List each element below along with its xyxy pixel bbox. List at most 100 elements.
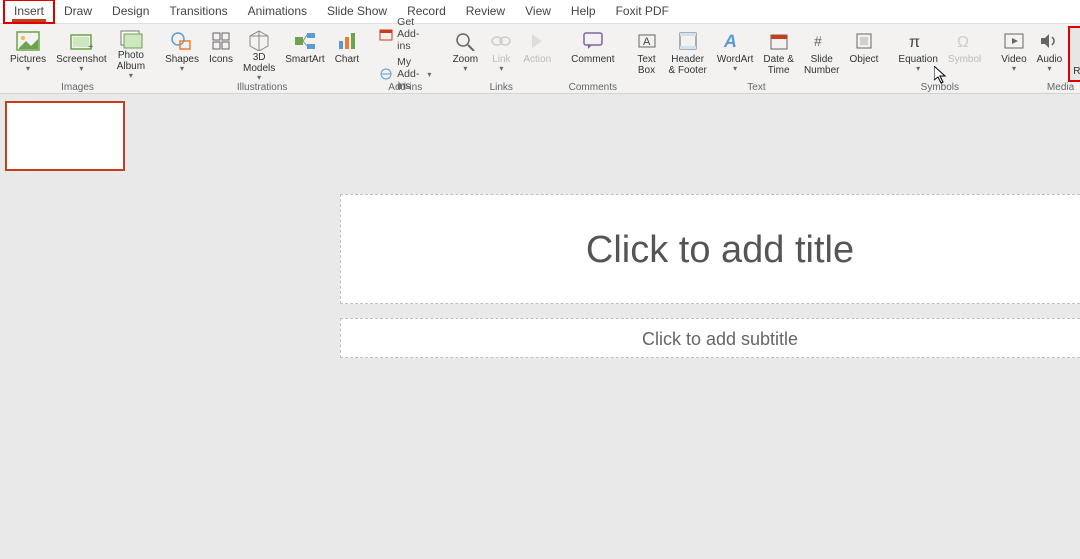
icons-button[interactable]: Icons: [205, 26, 237, 82]
action-label: Action: [523, 54, 551, 65]
chevron-down-icon: ▾: [129, 71, 133, 80]
chevron-down-icon: ▾: [499, 64, 503, 73]
datetime-label: Date & Time: [763, 54, 794, 76]
svg-text:A: A: [643, 36, 651, 48]
header-label: Header & Footer: [669, 54, 707, 76]
zoom-icon: [453, 29, 477, 53]
svg-text:π: π: [909, 34, 920, 51]
photo-album-icon: [119, 29, 143, 49]
datetime-button[interactable]: Date & Time: [759, 26, 798, 82]
header-footer-button[interactable]: Header & Footer: [665, 26, 711, 82]
tab-design[interactable]: Design: [102, 0, 159, 23]
svg-text:A: A: [724, 31, 739, 51]
symbol-label: Symbol: [948, 54, 981, 65]
wordart-icon: A: [723, 29, 747, 53]
symbol-button[interactable]: Ω Symbol: [944, 26, 985, 82]
slide-thumbnail[interactable]: [6, 102, 124, 170]
comment-icon: [581, 29, 605, 53]
workspace: Click to add title Click to add subtitle: [0, 94, 1080, 559]
icons-icon: [209, 29, 233, 53]
icons-label: Icons: [209, 54, 233, 65]
cube-icon: [247, 29, 271, 51]
video-button[interactable]: Video ▾: [997, 26, 1030, 82]
group-label: Text: [631, 82, 883, 93]
screenshot-button[interactable]: + Screenshot ▾: [52, 26, 111, 82]
object-icon: [852, 29, 876, 53]
get-addins-button[interactable]: Get Add-ins: [375, 14, 435, 54]
chevron-down-icon: ▾: [463, 64, 467, 73]
header-footer-icon: [676, 29, 700, 53]
chevron-down-icon: ▾: [1012, 64, 1016, 73]
comment-button[interactable]: Comment: [567, 26, 618, 82]
action-button[interactable]: Action: [519, 26, 555, 82]
zoom-button[interactable]: Zoom ▾: [447, 26, 483, 82]
group-label: Images: [6, 82, 149, 93]
link-icon: [489, 29, 513, 53]
slidenumber-button[interactable]: # Slide Number: [800, 26, 844, 82]
svg-text:Ω: Ω: [957, 34, 969, 51]
photo-album-button[interactable]: Photo Album ▾: [113, 26, 149, 82]
group-addins: Get Add-ins My Add-ins ▾ Add-ins: [369, 24, 441, 93]
tab-animations[interactable]: Animations: [238, 0, 317, 23]
group-label: Add-ins: [375, 82, 435, 93]
number-icon: #: [810, 29, 834, 53]
smartart-button[interactable]: SmartArt: [281, 26, 328, 82]
equation-button[interactable]: π Equation ▾: [894, 26, 941, 82]
screenshot-icon: +: [69, 29, 93, 53]
tab-insert[interactable]: Insert: [4, 0, 54, 23]
tab-draw[interactable]: Draw: [54, 0, 102, 23]
chevron-down-icon: ▾: [1047, 64, 1051, 73]
group-text: A Text Box Header & Footer A WordArt ▾ D…: [625, 24, 889, 93]
smartart-label: SmartArt: [285, 54, 324, 65]
symbol-icon: Ω: [953, 29, 977, 53]
3dmodels-button[interactable]: 3D Models ▾: [239, 26, 279, 82]
screen-recording-button[interactable]: + Screen Recording: [1068, 26, 1080, 82]
tab-help[interactable]: Help: [561, 0, 606, 23]
group-label: Symbols: [894, 82, 985, 93]
slidenum-label: Slide Number: [804, 54, 840, 76]
object-button[interactable]: Object: [846, 26, 883, 82]
slide-thumbnails[interactable]: [0, 94, 130, 559]
pictures-button[interactable]: Pictures ▾: [6, 26, 50, 82]
ribbon: Pictures ▾ + Screenshot ▾ Photo Album ▾ …: [0, 24, 1080, 94]
link-button[interactable]: Link ▾: [485, 26, 517, 82]
audio-icon: [1037, 29, 1061, 53]
tab-foxit[interactable]: Foxit PDF: [606, 0, 679, 23]
shapes-button[interactable]: Shapes ▾: [161, 26, 203, 82]
object-label: Object: [850, 54, 879, 65]
video-icon: [1002, 29, 1026, 53]
chevron-down-icon: ▾: [26, 64, 30, 73]
group-illustrations: Shapes ▾ Icons 3D Models ▾ SmartArt Char…: [155, 24, 369, 93]
slide-canvas[interactable]: Click to add title Click to add subtitle: [130, 94, 1080, 559]
chevron-down-icon: ▾: [180, 64, 184, 73]
picture-icon: [16, 29, 40, 53]
models-label: 3D Models: [243, 52, 275, 74]
tab-view[interactable]: View: [515, 0, 561, 23]
svg-text:#: #: [814, 33, 822, 49]
group-images: Pictures ▾ + Screenshot ▾ Photo Album ▾ …: [0, 24, 155, 93]
title-placeholder[interactable]: Click to add title: [340, 194, 1080, 304]
chevron-down-icon: ▾: [733, 64, 737, 73]
album-label: Photo Album: [117, 50, 145, 72]
chart-button[interactable]: Chart: [331, 26, 363, 82]
group-media: Video ▾ Audio ▾ + Screen Recording Media: [991, 24, 1080, 93]
chevron-down-icon: ▾: [916, 64, 920, 73]
textbox-button[interactable]: A Text Box: [631, 26, 663, 82]
get-addins-label: Get Add-ins: [397, 16, 431, 52]
group-comments: Comment Comments: [561, 24, 624, 93]
tab-transitions[interactable]: Transitions: [159, 0, 237, 23]
tab-review[interactable]: Review: [456, 0, 515, 23]
calendar-icon: [767, 29, 791, 53]
ribbon-tabs: Insert Draw Design Transitions Animation…: [0, 0, 1080, 24]
wordart-button[interactable]: A WordArt ▾: [713, 26, 758, 82]
audio-button[interactable]: Audio ▾: [1033, 26, 1067, 82]
screenrec-label: Screen Recording: [1073, 55, 1080, 77]
group-label: Comments: [567, 82, 618, 93]
group-label: Media: [997, 82, 1080, 93]
comment-label: Comment: [571, 54, 614, 65]
equation-icon: π: [906, 29, 930, 53]
textbox-icon: A: [635, 29, 659, 53]
slide: Click to add title Click to add subtitle: [340, 194, 1080, 358]
chart-label: Chart: [335, 54, 359, 65]
subtitle-placeholder[interactable]: Click to add subtitle: [340, 318, 1080, 358]
